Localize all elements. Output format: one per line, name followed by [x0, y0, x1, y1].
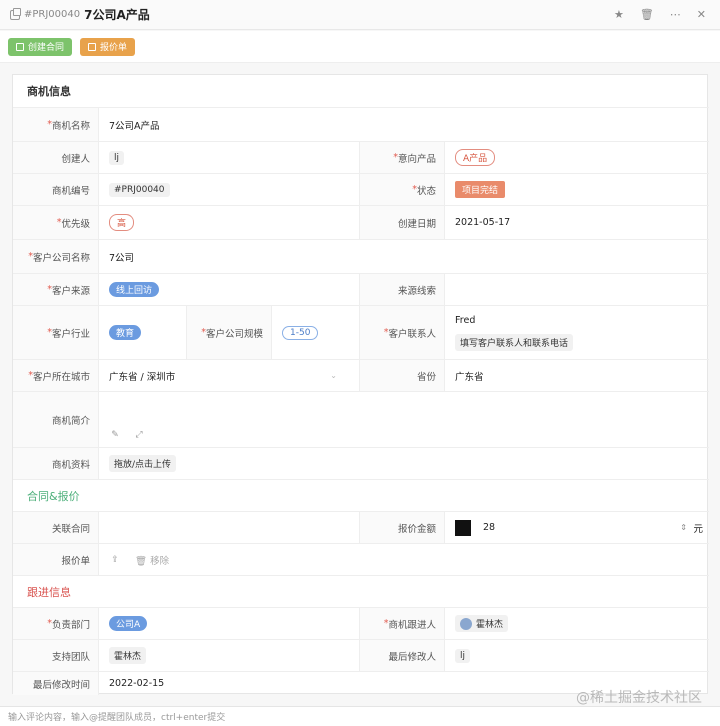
more-icon[interactable]: ⋯	[670, 8, 681, 21]
section-follow: 跟进信息	[13, 575, 709, 607]
row-team: 支持团队 霍林杰 最后修改人 lj	[13, 639, 709, 671]
calendar-icon	[88, 42, 97, 51]
title-bar: #PRJ00040 7公司A产品 ★ 🗑 ⋯ ✕	[0, 0, 720, 30]
team-chip[interactable]: 霍林杰	[109, 647, 147, 664]
watermark: @稀土掘金技术社区	[576, 690, 702, 706]
row-related: 关联合同 报价金额 28 ⇕ 元	[13, 511, 709, 543]
row-industry: 客户行业 教育 客户公司规模 1-50 客户联系人 Fred 填写客户联系人和联…	[13, 305, 709, 359]
modtime-label: 最后修改时间	[13, 672, 99, 695]
clue-value[interactable]	[445, 274, 455, 305]
upload-icon[interactable]: ⇪	[109, 554, 121, 566]
row-company: 客户公司名称 7公司	[13, 239, 709, 273]
row-name: 商机名称 7公司A产品	[13, 107, 709, 141]
upload-button[interactable]: 拖放/点击上传	[109, 455, 177, 472]
province-label: 省份	[359, 360, 445, 391]
action-toolbar: 创建合同 报价单	[0, 31, 720, 63]
copy-icon[interactable]	[10, 7, 21, 20]
team-label: 支持团队	[13, 640, 99, 671]
page-title: 7公司A产品	[84, 8, 150, 22]
row-code: 商机编号 #PRJ00040 状态 项目完结	[13, 173, 709, 205]
name-label: 商机名称	[13, 108, 99, 141]
calendar-icon	[16, 42, 24, 51]
city-label: 客户所在城市	[13, 360, 99, 391]
intro-label: 商机简介	[13, 392, 99, 447]
related-value[interactable]	[99, 512, 109, 543]
amount-label: 报价金额	[359, 512, 445, 543]
modtime-value: 2022-02-15	[109, 678, 165, 689]
modifier-label: 最后修改人	[359, 640, 445, 671]
contact-hint: 填写客户联系人和联系电话	[455, 333, 574, 351]
priority-label: 优先级	[13, 206, 99, 239]
star-icon[interactable]: ★	[614, 8, 624, 21]
created-label: 创建日期	[359, 206, 445, 239]
remove-button[interactable]: 🗑 移除	[135, 553, 169, 567]
section-contract: 合同&报价	[13, 479, 709, 511]
dept-tag[interactable]: 公司A	[109, 616, 148, 631]
files-label: 商机资料	[13, 448, 99, 479]
creator-chip[interactable]: lj	[109, 150, 125, 165]
avatar	[460, 618, 472, 631]
city-select[interactable]: 广东省 / 深圳市 ⌄	[99, 360, 349, 391]
row-quote: 报价单 ⇪ 🗑 移除	[13, 543, 709, 575]
contact-value[interactable]: Fred 填写客户联系人和联系电话	[445, 306, 574, 359]
row-intro: 商机简介 ✎ ⤢	[13, 391, 709, 447]
product-tag[interactable]: A产品	[455, 149, 496, 166]
owner-label: 商机跟进人	[359, 608, 445, 639]
amount-input[interactable]: 28 ⇕ 元	[445, 512, 709, 543]
code-chip: #PRJ00040	[109, 182, 170, 197]
create-contract-button[interactable]: 创建合同	[8, 37, 73, 56]
row-creator: 创建人 lj 意向产品 A产品	[13, 141, 709, 173]
related-label: 关联合同	[13, 512, 99, 543]
status-label: 状态	[359, 174, 445, 205]
section-biz: 商机信息	[27, 85, 71, 98]
company-value[interactable]: 7公司	[99, 240, 134, 273]
row-files: 商机资料 拖放/点击上传	[13, 447, 709, 479]
owner-chip[interactable]: 霍林杰	[455, 614, 509, 633]
source-label: 客户来源	[13, 274, 99, 305]
expand-icon[interactable]: ⤢	[133, 429, 145, 441]
created-value[interactable]: 2021-05-17	[445, 206, 510, 239]
chevron-down-icon: ⌄	[330, 371, 337, 380]
trash-icon[interactable]: 🗑	[640, 8, 654, 21]
intro-editor[interactable]: ✎ ⤢	[99, 392, 699, 447]
detail-card: 商机信息 商机名称 7公司A产品 创建人 lj 意向产品 A产品 商机编号 #P…	[12, 74, 709, 695]
source-tag[interactable]: 线上回访	[109, 282, 160, 297]
row-city: 客户所在城市 广东省 / 深圳市⌄ 省份 广东省	[13, 359, 709, 391]
priority-tag[interactable]: 高	[109, 214, 135, 231]
modifier-chip: lj	[455, 648, 471, 663]
province-value[interactable]: 广东省	[445, 360, 484, 391]
quote-button[interactable]: 报价单	[80, 37, 136, 56]
contact-name: Fred	[455, 314, 476, 326]
quote-label: 报价单	[13, 544, 99, 575]
status-badge[interactable]: 项目完结	[455, 181, 506, 198]
clue-label: 来源线索	[359, 274, 445, 305]
industry-label: 客户行业	[13, 306, 99, 359]
comment-input[interactable]: 输入评论内容，输入@提醒团队成员，ctrl+enter提交	[0, 706, 720, 726]
stepper-icon[interactable]: ⇕	[680, 523, 687, 532]
row-priority: 优先级 高 创建日期 2021-05-17	[13, 205, 709, 239]
industry-tag[interactable]: 教育	[109, 325, 142, 340]
code-label: 商机编号	[13, 174, 99, 205]
dept-label: 负责部门	[13, 608, 99, 639]
trash-icon: 🗑	[135, 555, 148, 567]
row-dept: 负责部门 公司A 商机跟进人 霍林杰	[13, 607, 709, 639]
contact-label: 客户联系人	[359, 306, 445, 359]
creator-label: 创建人	[13, 142, 99, 173]
product-label: 意向产品	[359, 142, 445, 173]
size-tag[interactable]: 1-50	[282, 325, 319, 340]
name-value[interactable]: 7公司A产品	[99, 108, 160, 141]
size-label: 客户公司规模	[186, 306, 272, 359]
record-code: #PRJ00040	[24, 9, 81, 20]
close-icon[interactable]: ✕	[697, 8, 706, 21]
row-source: 客户来源 线上回访 来源线索	[13, 273, 709, 305]
color-swatch	[455, 519, 471, 536]
edit-icon[interactable]: ✎	[109, 429, 121, 441]
company-label: 客户公司名称	[13, 240, 99, 273]
